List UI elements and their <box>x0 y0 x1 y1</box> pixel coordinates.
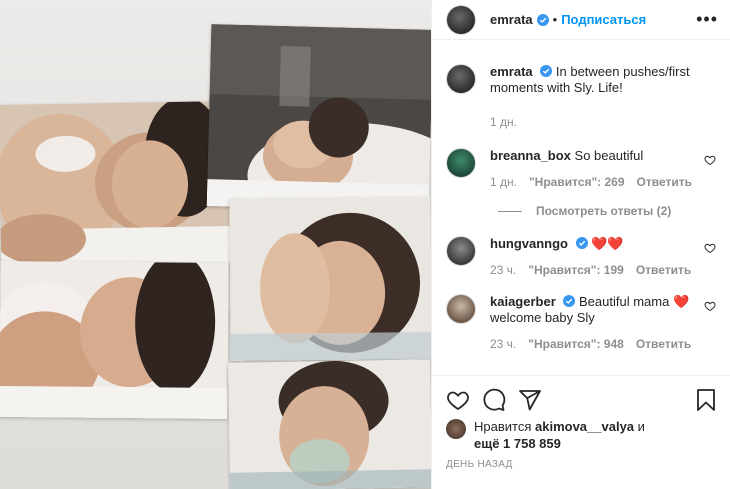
liked-by-text: Нравится akimova__valya и ещё 1 758 859 <box>474 418 645 452</box>
liker-username[interactable]: akimova__valya <box>535 419 634 434</box>
comment-likes[interactable]: "Нравится": 269 <box>529 174 625 190</box>
liked-prefix: Нравится <box>474 419 532 434</box>
follow-button[interactable]: Подписаться <box>561 12 646 27</box>
comment-username[interactable]: kaiagerber <box>490 294 556 309</box>
commenter-avatar[interactable] <box>446 236 476 266</box>
post-header: emrata • Подписаться ••• <box>432 0 730 40</box>
comments-list: emrata In between pushes/first moments w… <box>432 52 730 374</box>
photo-mother-newborn-2 <box>0 261 229 419</box>
author-avatar[interactable] <box>446 4 476 35</box>
comment-like-heart-icon[interactable] <box>704 242 716 254</box>
actions-divider <box>432 375 730 376</box>
comment-body: kaiagerber Beautiful mama ❤️ welcome bab… <box>490 274 700 352</box>
verified-badge-icon <box>536 13 549 26</box>
post-panel: emrata • Подписаться ••• emrata In betwe… <box>431 0 730 489</box>
comment-text: ❤️❤️ <box>591 236 624 251</box>
author-username[interactable]: emrata <box>490 12 533 27</box>
comment-time: 23 ч. <box>490 337 517 351</box>
comment-like-heart-icon[interactable] <box>704 154 716 166</box>
commenter-avatar[interactable] <box>446 294 476 324</box>
photo-hospital-bed <box>206 24 431 212</box>
paper-plane-icon[interactable] <box>518 388 542 412</box>
comment-like-heart-icon[interactable] <box>704 300 716 312</box>
replies-divider <box>498 210 522 212</box>
header-separator: • <box>552 12 558 27</box>
liked-by: Нравится akimova__valya и ещё 1 758 859 <box>446 418 718 452</box>
caption: emrata In between pushes/first moments w… <box>446 52 716 130</box>
comment-body: breanna_box So beautiful 1 дн. "Нравится… <box>490 128 700 190</box>
comment-text: So beautiful <box>574 148 644 163</box>
post-timestamp[interactable]: ДЕНЬ НАЗАД <box>446 459 513 470</box>
liked-conj: и <box>637 419 645 434</box>
reply-button[interactable]: Ответить <box>636 336 691 352</box>
comment-username[interactable]: breanna_box <box>490 148 571 163</box>
comment-item: kaiagerber Beautiful mama ❤️ welcome bab… <box>446 274 716 352</box>
comment-item: hungvanngo ❤️❤️ 23 ч. "Нравится": 199 От… <box>446 216 716 278</box>
comment-body: hungvanngo ❤️❤️ 23 ч. "Нравится": 199 От… <box>490 216 700 278</box>
comment-username[interactable]: hungvanngo <box>490 236 568 251</box>
comment-likes[interactable]: "Нравится": 948 <box>528 336 624 352</box>
liker-avatar[interactable] <box>446 419 466 439</box>
caption-username[interactable]: emrata <box>490 64 533 79</box>
verified-badge-icon <box>540 65 553 77</box>
comment-item: breanna_box So beautiful 1 дн. "Нравится… <box>446 128 716 190</box>
verified-badge-icon <box>575 237 588 249</box>
photo-oxygen-mask <box>227 359 431 489</box>
comment-time: 1 дн. <box>490 175 517 189</box>
comment-meta: 23 ч. "Нравится": 948 Ответить <box>490 336 700 352</box>
likes-count[interactable]: ещё 1 758 859 <box>474 436 561 451</box>
commenter-avatar[interactable] <box>446 148 476 178</box>
bookmark-icon[interactable] <box>694 388 718 412</box>
comment-meta: 1 дн. "Нравится": 269 Ответить <box>490 174 700 190</box>
more-options-icon[interactable]: ••• <box>696 9 718 30</box>
reply-button[interactable]: Ответить <box>637 174 692 190</box>
post-image[interactable] <box>0 0 431 489</box>
photo-closeup-face <box>229 197 431 361</box>
action-bar <box>446 385 718 415</box>
heart-icon[interactable] <box>446 388 470 412</box>
comment-icon[interactable] <box>482 388 506 412</box>
caption-body: emrata In between pushes/first moments w… <box>490 52 700 130</box>
verified-badge-icon <box>563 295 576 307</box>
caption-avatar[interactable] <box>446 64 476 94</box>
photo-mother-newborn-1 <box>0 101 232 267</box>
